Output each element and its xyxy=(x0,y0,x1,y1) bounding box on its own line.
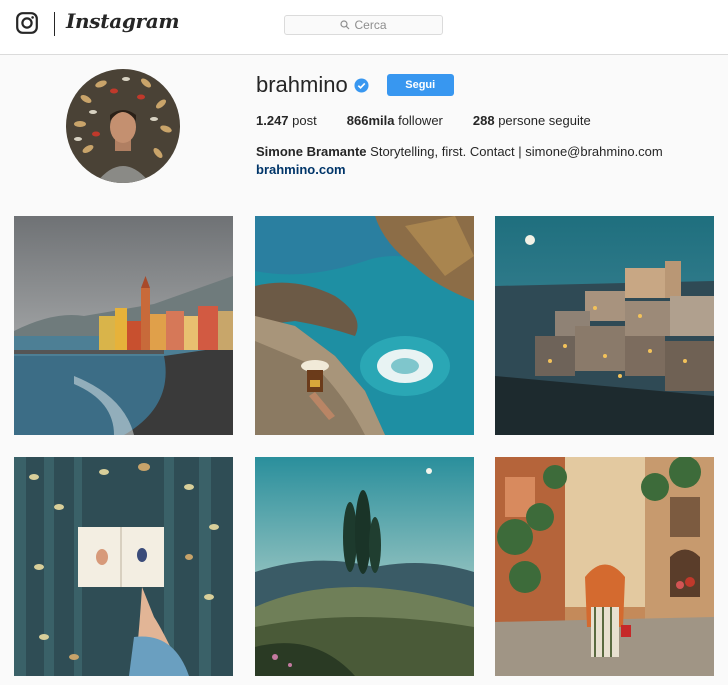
stat-following-label: persone seguite xyxy=(498,113,591,128)
stat-followers-label: follower xyxy=(398,113,443,128)
verified-badge-icon xyxy=(354,77,369,93)
post-thumbnail-2[interactable] xyxy=(255,216,474,435)
top-navigation-bar: Instagram Cerca xyxy=(0,0,728,55)
post-thumbnail-5[interactable] xyxy=(255,457,474,676)
stat-posts-label: post xyxy=(292,113,317,128)
post-thumbnail-4[interactable] xyxy=(14,457,233,676)
search-icon xyxy=(340,20,350,30)
stat-following-count: 288 xyxy=(472,113,495,128)
search-placeholder: Cerca xyxy=(354,18,387,32)
website-link[interactable]: brahmino.com xyxy=(256,161,663,179)
instagram-logo[interactable]: Instagram xyxy=(66,9,180,33)
profile-stats: 1.247 post 866mila follower 288 persone … xyxy=(256,113,621,128)
follow-button[interactable]: Segui xyxy=(386,74,454,96)
stat-following[interactable]: 288 persone seguite xyxy=(473,113,591,128)
stat-posts: 1.247 post xyxy=(256,113,317,128)
stat-followers[interactable]: 866mila follower xyxy=(347,113,443,128)
bio-name: Simone Bramante xyxy=(256,144,367,159)
stat-posts-count: 1.247 xyxy=(256,113,289,128)
post-thumbnail-1[interactable] xyxy=(14,216,233,435)
profile-username-row: brahmino Segui xyxy=(256,72,454,98)
profile-avatar[interactable] xyxy=(66,69,180,183)
stat-followers-count: 866mila xyxy=(346,113,395,128)
instagram-camera-icon[interactable] xyxy=(16,12,38,34)
open-book-flatlay-photo xyxy=(14,457,233,676)
post-thumbnail-3[interactable] xyxy=(495,216,714,435)
bio-text: Storytelling, first. Contact | simone@br… xyxy=(370,144,663,159)
cypress-hill-photo xyxy=(255,457,474,676)
profile-bio: Simone Bramante Storytelling, first. Con… xyxy=(256,143,663,179)
hilltop-town-night-photo xyxy=(495,216,714,435)
search-input[interactable]: Cerca xyxy=(284,15,443,35)
sea-pool-woman-hat-photo xyxy=(255,216,474,435)
post-thumbnail-6[interactable] xyxy=(495,457,714,676)
coastal-village-photo xyxy=(14,216,233,435)
nav-divider xyxy=(54,12,55,36)
profile-username: brahmino xyxy=(256,72,348,97)
woman-alley-photo xyxy=(495,457,714,676)
